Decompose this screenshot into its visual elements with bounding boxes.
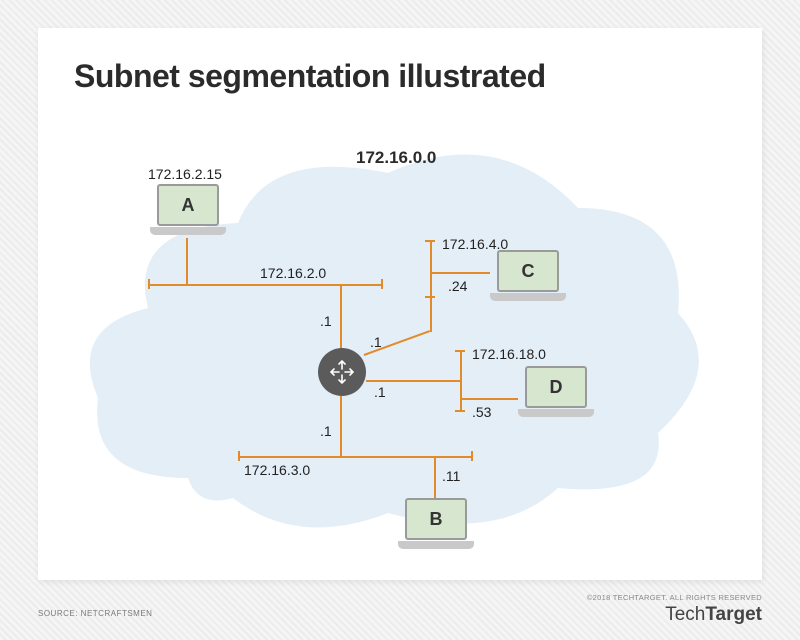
host-a-letter: A	[182, 195, 195, 216]
router-octet-s3: .1	[320, 423, 332, 439]
tick	[455, 410, 465, 412]
host-d-octet: .53	[472, 404, 491, 420]
router-octet-s18: .1	[374, 384, 386, 400]
host-b-octet: .11	[442, 468, 460, 484]
host-c: C	[490, 250, 566, 306]
subnet2-cidr: 172.16.2.0	[260, 265, 326, 281]
tick	[425, 240, 435, 242]
brand-logo: TechTarget	[587, 604, 762, 626]
diagram-title: Subnet segmentation illustrated	[74, 58, 546, 95]
tick	[425, 296, 435, 298]
router-octet-s2: .1	[320, 313, 332, 329]
host-b-letter: B	[430, 509, 443, 530]
copyright-text: ©2018 TECHTARGET. ALL RIGHTS RESERVED	[587, 593, 762, 602]
subnet-bar-18	[460, 350, 462, 412]
source-credit: SOURCE: NETCRAFTSMEN	[38, 609, 152, 618]
subnet-bar-3	[238, 456, 473, 458]
link-router-subnet2	[340, 286, 342, 350]
tick	[471, 451, 473, 461]
network-ip-label: 172.16.0.0	[356, 148, 436, 168]
link-router-right	[366, 380, 462, 382]
subnet18-cidr: 172.16.18.0	[472, 346, 546, 362]
brand-bold: Target	[705, 604, 762, 625]
subnet3-cidr: 172.16.3.0	[244, 462, 310, 478]
diagram-canvas: Subnet segmentation illustrated 172.16.0…	[38, 28, 762, 580]
brand-light: Tech	[665, 604, 705, 625]
host-d-letter: D	[550, 377, 563, 398]
tick	[455, 350, 465, 352]
host-a-ip: 172.16.2.15	[148, 166, 222, 182]
subnet-bar-4	[430, 240, 432, 298]
router-icon	[318, 348, 366, 396]
tick	[381, 279, 383, 289]
link-a-subnet2	[186, 238, 188, 284]
host-a: A	[150, 184, 226, 240]
link-c-subnet4	[432, 272, 490, 274]
subnet-bar-2	[148, 284, 383, 286]
link-router-subnet3	[340, 396, 342, 456]
link-d-subnet18	[462, 398, 518, 400]
host-c-octet: .24	[448, 278, 467, 294]
host-d: D	[518, 366, 594, 422]
footer-right: ©2018 TECHTARGET. ALL RIGHTS RESERVED Te…	[587, 593, 762, 626]
host-c-letter: C	[522, 261, 535, 282]
link-b-subnet3	[434, 458, 436, 498]
host-b: B	[398, 498, 474, 554]
tick	[238, 451, 240, 461]
tick	[148, 279, 150, 289]
